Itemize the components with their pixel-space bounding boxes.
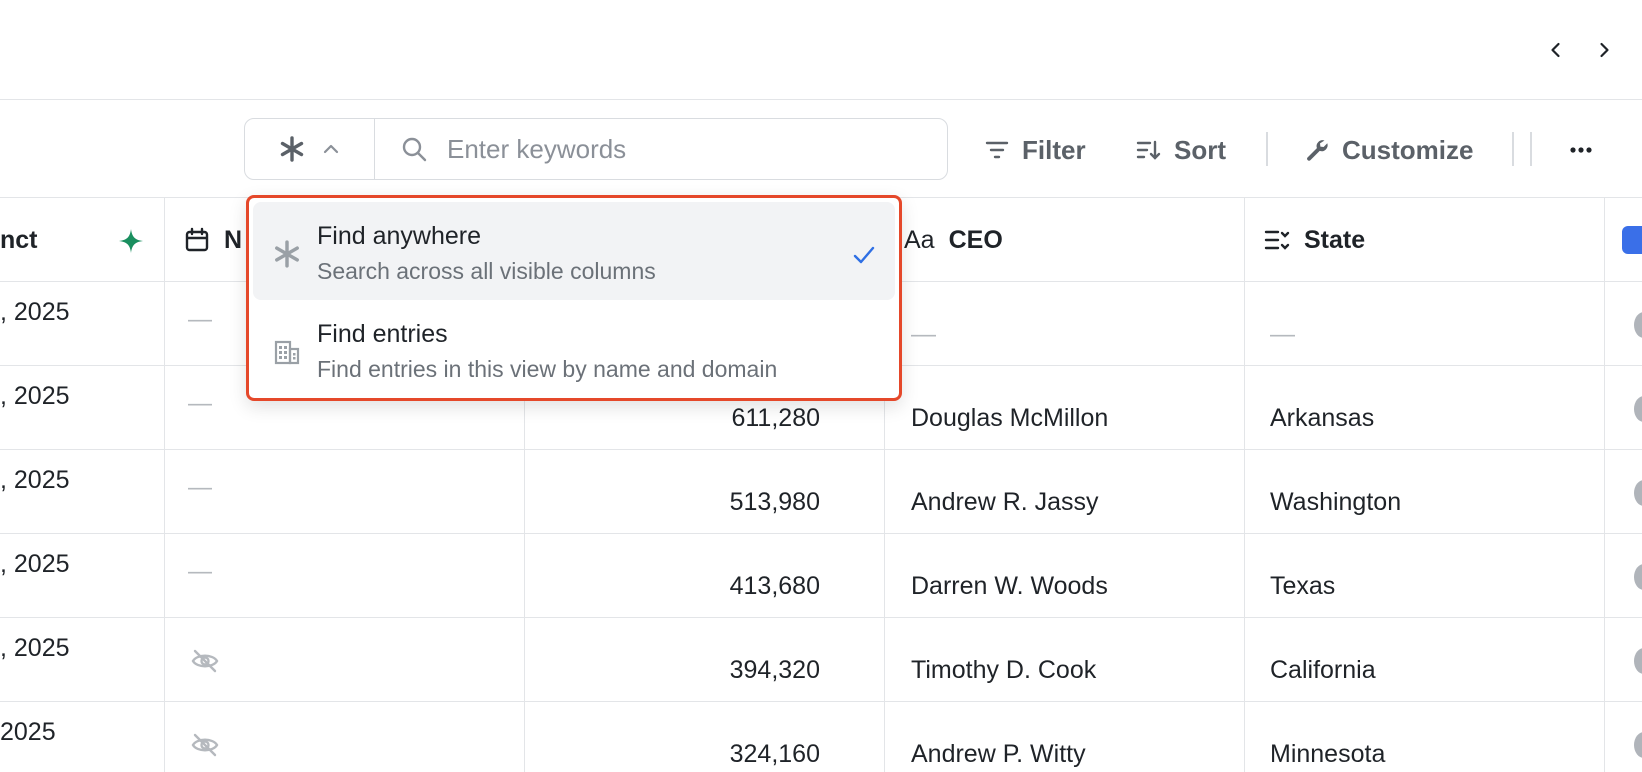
view-toolbar: Filter Sort Customize	[0, 100, 1642, 198]
empty-cell: —	[188, 474, 212, 501]
location-pin-icon	[1634, 648, 1642, 674]
toolbar-divider	[1530, 132, 1532, 166]
ceo-cell: Andrew P. Witty	[911, 740, 1086, 768]
date-cell: , 2025	[0, 382, 70, 410]
revenue-cell: 611,280	[731, 404, 820, 432]
text-type-icon: Aa	[904, 225, 935, 254]
location-pin-icon	[1634, 480, 1642, 506]
column-header-date[interactable]: N	[184, 198, 242, 282]
asterisk-icon	[275, 240, 299, 268]
toolbar-divider	[1266, 132, 1268, 166]
asterisk-icon	[280, 136, 303, 162]
menu-item-description: Find entries in this view by name and do…	[317, 356, 778, 382]
filter-button[interactable]: Filter	[984, 130, 1086, 170]
chevron-up-icon	[323, 144, 338, 154]
link-type-icon	[1622, 226, 1642, 254]
search-input[interactable]	[447, 133, 927, 165]
filter-icon	[985, 141, 1009, 159]
menu-item-find-entries[interactable]: Find entries Find entries in this view b…	[253, 300, 895, 398]
next-button[interactable]	[1590, 36, 1618, 64]
ceo-cell: Andrew R. Jassy	[911, 488, 1099, 516]
revenue-cell: 413,680	[729, 572, 820, 600]
menu-item-find-anywhere[interactable]: Find anywhere Search across all visible …	[253, 202, 895, 300]
sort-icon	[1136, 140, 1161, 160]
customize-button[interactable]: Customize	[1304, 130, 1473, 170]
chevron-left-icon	[1551, 42, 1560, 58]
ceo-cell: —	[911, 320, 936, 348]
empty-cell: —	[188, 558, 212, 585]
eye-off-icon	[191, 649, 219, 673]
column-header-label: State	[1304, 225, 1366, 254]
filter-label: Filter	[1022, 134, 1086, 165]
prev-button[interactable]	[1542, 36, 1570, 64]
sparkle-icon	[119, 229, 143, 253]
more-icon	[1570, 147, 1592, 153]
state-cell: Texas	[1270, 572, 1336, 600]
state-cell: California	[1270, 656, 1376, 684]
menu-item-title: Find entries	[317, 320, 448, 348]
search-group	[244, 118, 948, 180]
search-icon	[402, 137, 427, 162]
customize-label: Customize	[1342, 134, 1474, 165]
empty-cell: —	[188, 390, 212, 417]
ceo-cell: Darren W. Woods	[911, 572, 1108, 600]
location-pin-icon	[1634, 396, 1642, 422]
location-pin-icon	[1634, 564, 1642, 590]
more-button[interactable]	[1568, 130, 1594, 170]
table-row[interactable]: , 2025 — 513,980 Andrew R. Jassy Washing…	[0, 450, 1642, 534]
menu-item-title: Find anywhere	[317, 222, 481, 250]
column-header-ceo[interactable]: Aa CEO	[904, 198, 1003, 282]
revenue-cell: 513,980	[729, 488, 820, 516]
building-icon	[274, 340, 300, 365]
date-cell: , 2025	[0, 550, 70, 578]
top-bar	[0, 0, 1642, 100]
column-header-state[interactable]: State	[1264, 198, 1365, 282]
state-cell: Minnesota	[1270, 740, 1386, 768]
ceo-cell: Douglas McMillon	[911, 404, 1109, 432]
ceo-cell: Timothy D. Cook	[911, 656, 1097, 684]
calendar-icon	[185, 227, 209, 252]
select-list-icon	[1264, 230, 1290, 250]
column-header-label: N	[224, 225, 243, 254]
column-header-contact[interactable]: nct	[0, 198, 38, 282]
sort-button[interactable]: Sort	[1136, 130, 1226, 170]
chevron-right-icon	[1600, 42, 1609, 58]
revenue-cell: 324,160	[729, 740, 820, 768]
search-mode-menu: Find anywhere Search across all visible …	[246, 195, 902, 401]
state-cell: Arkansas	[1270, 404, 1375, 432]
wrench-icon	[1307, 140, 1328, 161]
location-pin-icon	[1634, 312, 1642, 338]
search-mode-button[interactable]	[245, 119, 375, 179]
sort-label: Sort	[1174, 134, 1226, 165]
column-header-label: CEO	[948, 225, 1003, 254]
table-row[interactable]: 2025 324,160 Andrew P. Witty Minnesota	[0, 702, 1642, 772]
table-row[interactable]: , 2025 — 413,680 Darren W. Woods Texas	[0, 534, 1642, 618]
toolbar-divider	[1512, 132, 1514, 166]
empty-cell: —	[188, 306, 212, 333]
state-cell: —	[1270, 320, 1295, 348]
state-cell: Washington	[1270, 488, 1402, 516]
table-row[interactable]: , 2025 394,320 Timothy D. Cook Californi…	[0, 618, 1642, 702]
date-cell: , 2025	[0, 634, 70, 662]
date-cell: , 2025	[0, 466, 70, 494]
checkmark-icon	[853, 246, 875, 264]
eye-off-icon	[191, 733, 219, 757]
menu-item-description: Search across all visible columns	[317, 258, 656, 284]
revenue-cell: 394,320	[729, 656, 820, 684]
location-pin-icon	[1634, 732, 1642, 758]
search-field	[375, 119, 947, 179]
date-cell: 2025	[0, 718, 56, 746]
column-header-label: nct	[0, 225, 38, 254]
date-cell: , 2025	[0, 298, 70, 326]
